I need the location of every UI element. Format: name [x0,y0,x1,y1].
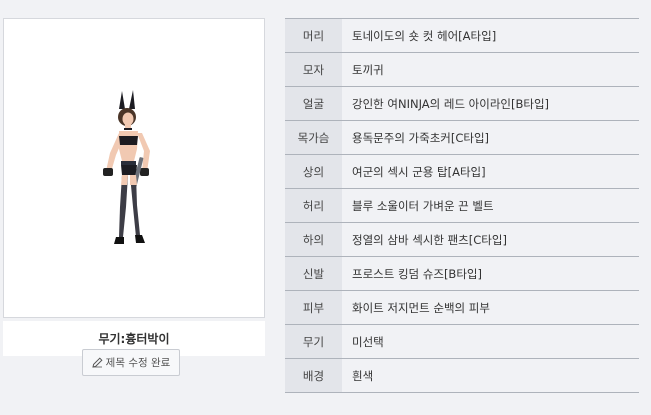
item-value: 토끼귀 [342,52,639,87]
equipment-row-hat: 모자 토끼귀 [285,52,639,87]
equipment-row-neck: 목가슴 용독문주의 가죽초커[C타입] [285,120,639,155]
equipment-row-bottom: 하의 정열의 삼바 섹시한 팬츠[C타입] [285,222,639,257]
slot-label: 피부 [285,290,342,325]
item-value: 용독문주의 가죽초커[C타입] [342,120,639,155]
slot-label: 배경 [285,358,342,393]
slot-label: 하의 [285,222,342,257]
character-preview [3,18,265,318]
item-value: 블루 소울이터 가벼운 끈 벨트 [342,188,639,223]
slot-label: 허리 [285,188,342,223]
equipment-table: 머리 토네이도의 숏 컷 헤어[A타입] 모자 토끼귀 얼굴 강인한 여NINJ… [285,18,639,393]
pencil-icon [92,357,103,368]
equipment-row-top: 상의 여군의 섹시 군용 탑[A타입] [285,154,639,189]
item-value: 강인한 여NINJA의 레드 아이라인[B타입] [342,86,639,121]
item-value: 토네이도의 숏 컷 헤어[A타입] [342,18,639,53]
character-panel: 무기:흉터박이 [3,18,265,356]
equipment-row-face: 얼굴 강인한 여NINJA의 레드 아이라인[B타입] [285,86,639,121]
equipment-row-background: 배경 흰색 [285,358,639,393]
edit-title-button[interactable]: 제목 수정 완료 [82,349,180,376]
item-value: 흰색 [342,358,639,393]
slot-label: 머리 [285,18,342,53]
slot-label: 무기 [285,324,342,359]
equipment-row-shoes: 신발 프로스트 킹덤 슈즈[B타입] [285,256,639,291]
slot-label: 목가슴 [285,120,342,155]
equipment-row-skin: 피부 화이트 저지먼트 순백의 피부 [285,290,639,325]
edit-title-label: 제목 수정 완료 [105,357,171,369]
item-value: 미선택 [342,324,639,359]
slot-label: 신발 [285,256,342,291]
equipment-row-waist: 허리 블루 소울이터 가벼운 끈 벨트 [285,188,639,223]
item-value: 프로스트 킹덤 슈즈[B타입] [342,256,639,291]
item-value: 화이트 저지먼트 순백의 피부 [342,290,639,325]
item-value: 여군의 섹시 군용 탑[A타입] [342,154,639,189]
slot-label: 얼굴 [285,86,342,121]
slot-label: 상의 [285,154,342,189]
character-avatar-image [103,90,150,244]
equipment-row-head: 머리 토네이도의 숏 컷 헤어[A타입] [285,18,639,53]
item-value: 정열의 삼바 섹시한 팬츠[C타입] [342,222,639,257]
equipment-row-weapon: 무기 미선택 [285,324,639,359]
slot-label: 모자 [285,52,342,87]
